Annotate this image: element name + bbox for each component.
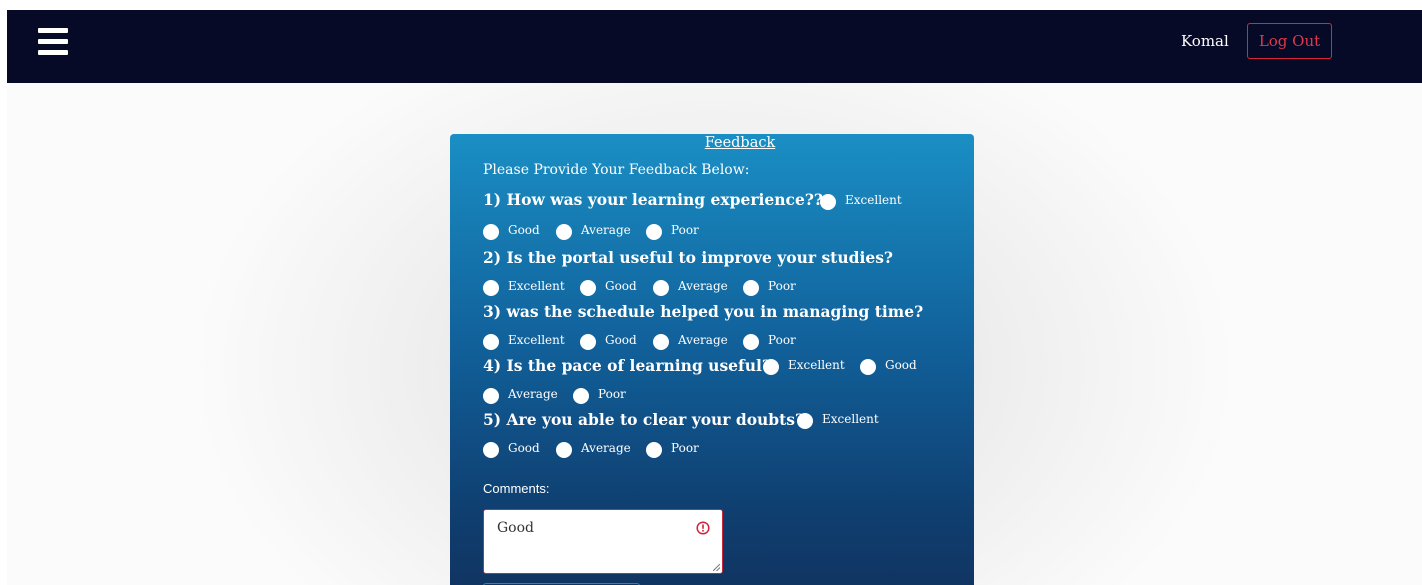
radio-button[interactable] — [653, 280, 669, 296]
question-3: 3) was the schedule helped you in managi… — [483, 302, 924, 321]
radio-button[interactable] — [797, 413, 813, 429]
question-2: 2) Is the portal useful to improve your … — [483, 248, 894, 267]
radio-button[interactable] — [580, 334, 596, 350]
radio-button[interactable] — [556, 224, 572, 240]
comments-text: Good — [497, 520, 535, 536]
q5-option-poor[interactable]: Poor — [646, 440, 699, 458]
q2-option-good[interactable]: Good — [580, 278, 637, 296]
q3-option-excellent[interactable]: Excellent — [483, 332, 565, 350]
hamburger-menu-icon[interactable] — [38, 28, 68, 60]
alert-circle-icon — [696, 521, 710, 535]
q3-option-average[interactable]: Average — [653, 332, 728, 350]
radio-button[interactable] — [646, 224, 662, 240]
question-1: 1) How was your learning experience?? — [483, 190, 823, 209]
q5-option-average[interactable]: Average — [556, 440, 631, 458]
radio-button[interactable] — [743, 280, 759, 296]
radio-button[interactable] — [573, 388, 589, 404]
question-4: 4) Is the pace of learning useful? — [483, 356, 771, 375]
q4-option-good[interactable]: Good — [860, 357, 917, 375]
radio-button[interactable] — [483, 280, 499, 296]
resize-grip-icon[interactable] — [713, 564, 720, 571]
q4-option-average[interactable]: Average — [483, 386, 558, 404]
q2-option-average[interactable]: Average — [653, 278, 728, 296]
q1-option-good[interactable]: Good — [483, 222, 540, 240]
q1-option-excellent[interactable]: Excellent — [820, 192, 902, 210]
top-navbar: Komal Log Out — [7, 10, 1422, 83]
radio-button[interactable] — [483, 442, 499, 458]
radio-button[interactable] — [483, 334, 499, 350]
radio-button[interactable] — [646, 442, 662, 458]
radio-button[interactable] — [860, 359, 876, 375]
comments-label: Comments: — [483, 481, 550, 496]
q3-option-poor[interactable]: Poor — [743, 332, 796, 350]
radio-button[interactable] — [556, 442, 572, 458]
username-label: Komal — [1181, 32, 1229, 50]
q2-option-poor[interactable]: Poor — [743, 278, 796, 296]
radio-button[interactable] — [653, 334, 669, 350]
comments-textarea[interactable]: Good — [483, 509, 723, 574]
q5-option-excellent[interactable]: Excellent — [797, 411, 879, 429]
radio-button[interactable] — [743, 334, 759, 350]
q4-option-poor[interactable]: Poor — [573, 386, 626, 404]
radio-button[interactable] — [483, 388, 499, 404]
q5-option-good[interactable]: Good — [483, 440, 540, 458]
q2-option-excellent[interactable]: Excellent — [483, 278, 565, 296]
q3-option-good[interactable]: Good — [580, 332, 637, 350]
radio-button[interactable] — [763, 359, 779, 375]
q1-option-average[interactable]: Average — [556, 222, 631, 240]
radio-button[interactable] — [820, 194, 836, 210]
feedback-title: Feedback — [704, 135, 776, 151]
radio-button[interactable] — [580, 280, 596, 296]
app-viewport: Komal Log Out Feedback Please Provide Yo… — [7, 10, 1422, 585]
logout-button[interactable]: Log Out — [1247, 23, 1332, 59]
q4-option-excellent[interactable]: Excellent — [763, 357, 845, 375]
q1-option-poor[interactable]: Poor — [646, 222, 699, 240]
question-5: 5) Are you able to clear your doubts? — [483, 410, 805, 429]
feedback-intro: Please Provide Your Feedback Below: — [483, 162, 750, 178]
radio-button[interactable] — [483, 224, 499, 240]
feedback-card: Feedback Please Provide Your Feedback Be… — [450, 134, 974, 585]
